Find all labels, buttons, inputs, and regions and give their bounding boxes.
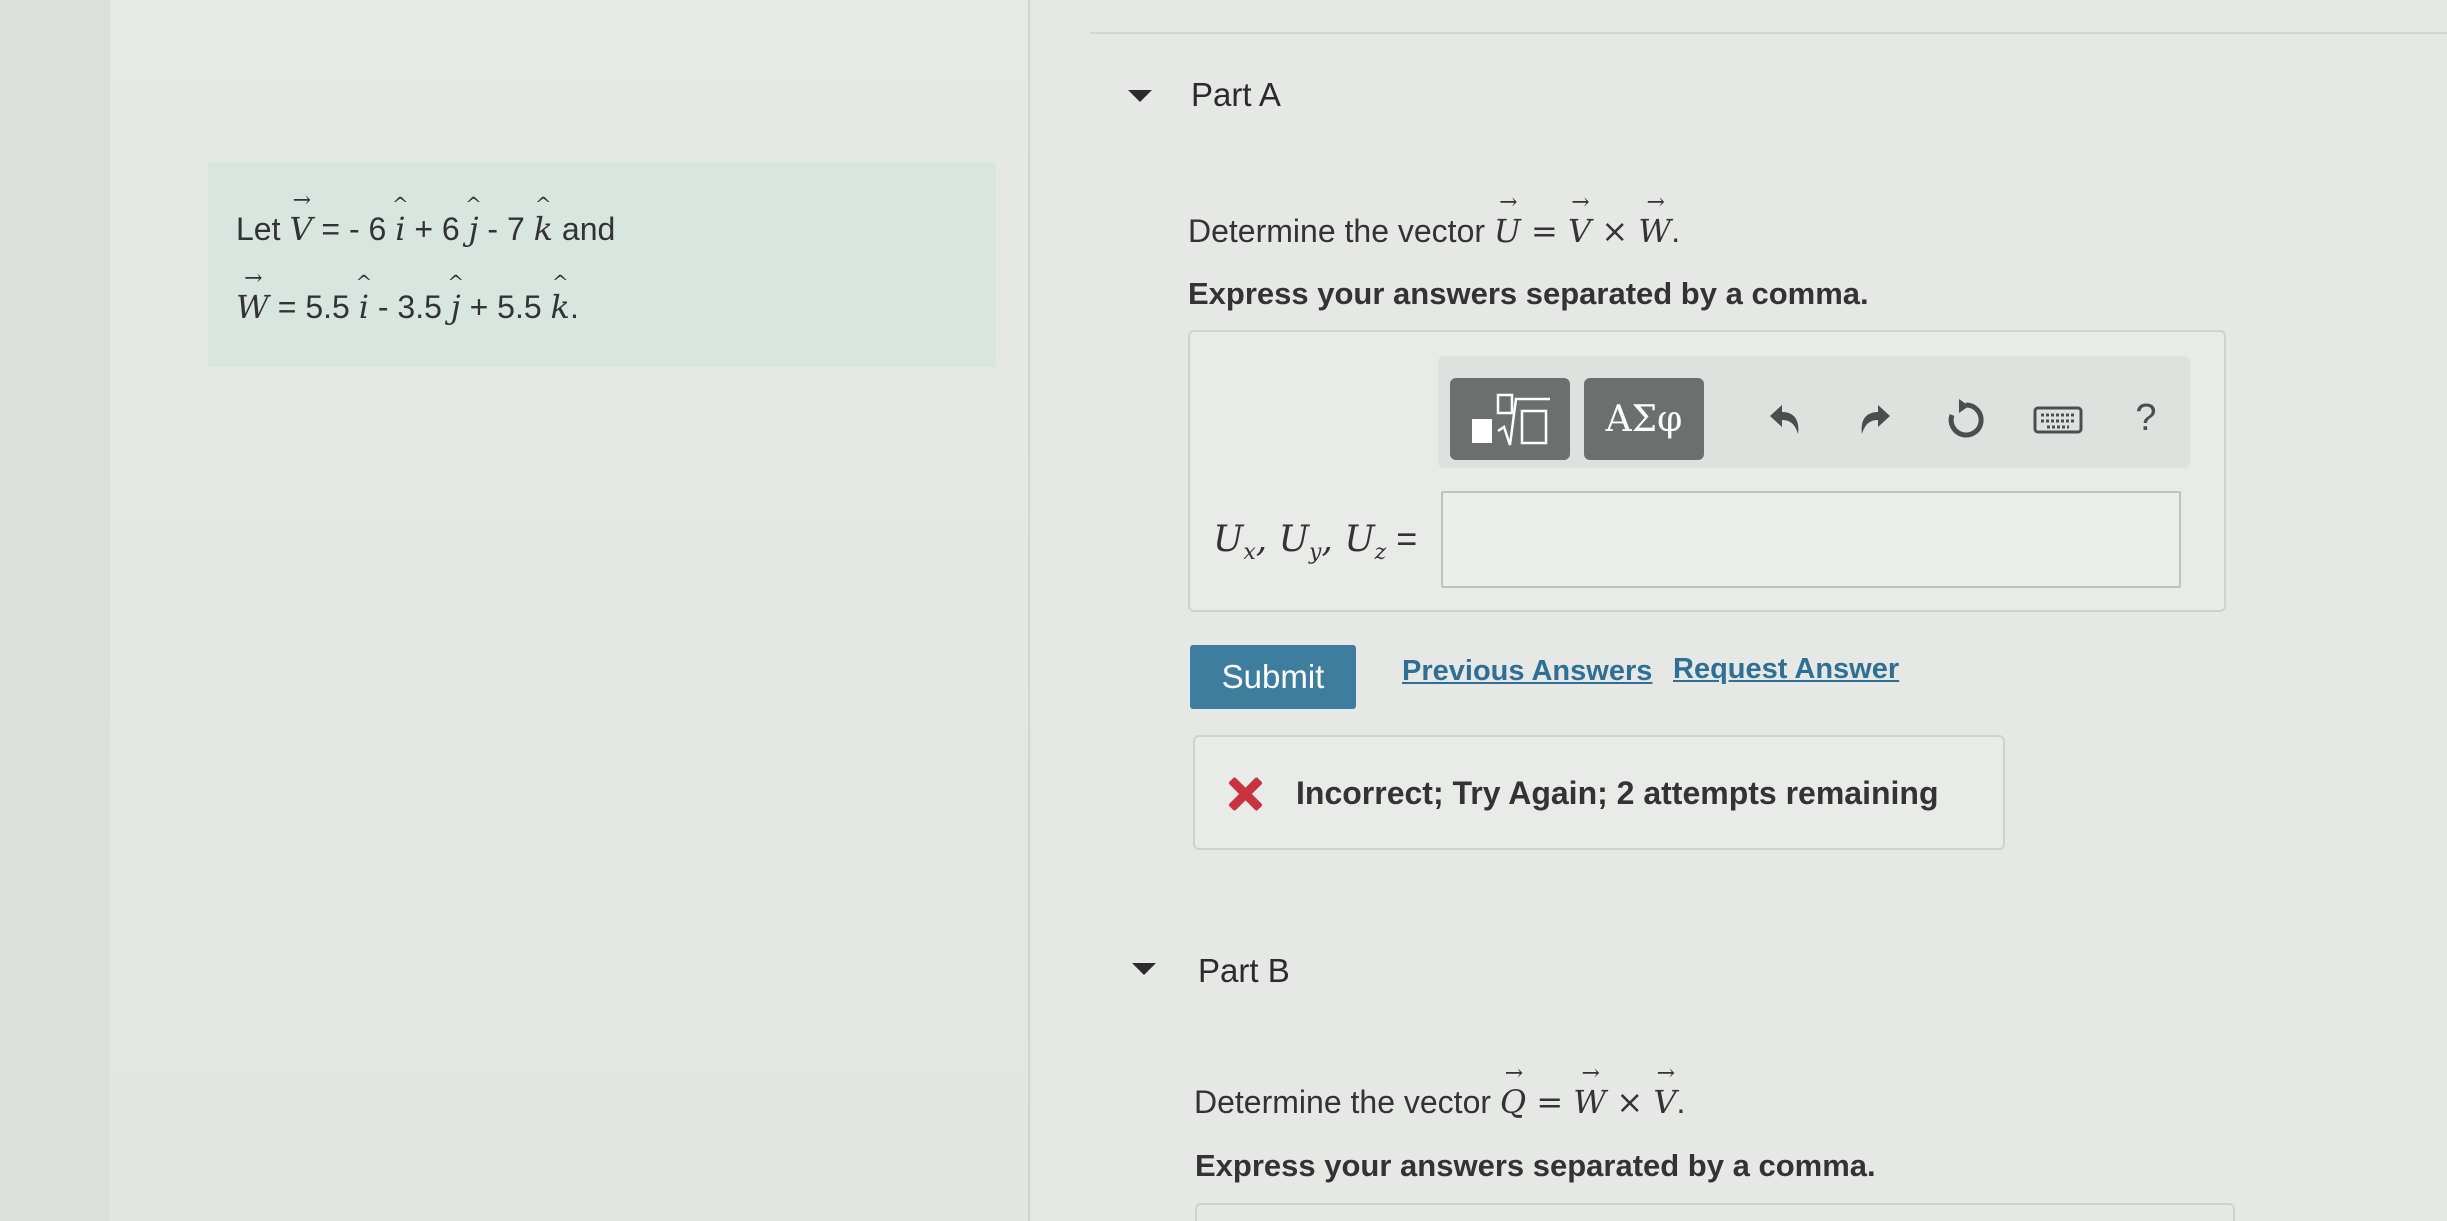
- feedback-box: Incorrect; Try Again; 2 attempts remaini…: [1193, 735, 2005, 850]
- problem-text: and: [553, 211, 616, 247]
- help-button[interactable]: ?: [2118, 390, 2174, 446]
- reset-icon[interactable]: [1938, 392, 1994, 448]
- problem-text: - 7: [478, 211, 534, 247]
- vector-v: V: [1568, 212, 1591, 250]
- prompt-times: ×: [1606, 1083, 1654, 1121]
- problem-text: + 5.5: [460, 289, 551, 325]
- vector-w: W: [1573, 1083, 1606, 1121]
- collapse-part-b-icon[interactable]: [1132, 963, 1156, 975]
- undo-icon[interactable]: [1756, 392, 1812, 448]
- label-sub: x: [1243, 540, 1256, 566]
- problem-text: + 6: [405, 211, 469, 247]
- label-text: =: [1386, 518, 1418, 559]
- unit-i: i: [395, 210, 405, 248]
- prompt-text: .: [1676, 1084, 1686, 1120]
- unit-k: k: [534, 210, 553, 248]
- prompt-equals: =: [1520, 212, 1569, 250]
- problem-statement: Let V = - 6 i + 6 j - 7 k and W = 5.5 i …: [208, 162, 996, 367]
- label-text: ,: [1255, 519, 1279, 560]
- label-text: U: [1278, 519, 1309, 560]
- part-a-instruction: Express your answers separated by a comm…: [1188, 276, 1869, 311]
- label-text: U: [1213, 519, 1244, 560]
- answer-label: Ux, Uy, Uz =: [1213, 518, 1417, 565]
- problem-text: Let: [236, 211, 290, 247]
- answer-input[interactable]: [1441, 491, 2181, 588]
- divider: [1090, 32, 2447, 34]
- feedback-message: Incorrect; Try Again; 2 attempts remaini…: [1296, 775, 1939, 811]
- vector-q: Q: [1500, 1083, 1526, 1121]
- previous-answers-link[interactable]: Previous Answers: [1402, 655, 1652, 688]
- problem-text: = 5.5: [268, 289, 359, 325]
- keyboard-icon[interactable]: [2030, 392, 2086, 448]
- request-answer-link[interactable]: Request Answer: [1673, 653, 1899, 686]
- collapse-part-a-icon[interactable]: [1128, 90, 1152, 102]
- label-text: ,: [1321, 519, 1345, 560]
- prompt-equals: =: [1526, 1083, 1574, 1121]
- vector-w: W: [236, 288, 269, 326]
- unit-k: k: [551, 288, 570, 326]
- left-margin: [0, 0, 110, 1221]
- part-b-prompt: Determine the vector Q = W × V.: [1194, 1083, 1685, 1121]
- problem-line-v: Let V = - 6 i + 6 j - 7 k and: [236, 210, 615, 248]
- label-sub: y: [1309, 540, 1322, 566]
- label-sub: z: [1374, 540, 1387, 566]
- prompt-text: .: [1671, 213, 1681, 249]
- problem-line-w: W = 5.5 i - 3.5 j + 5.5 k.: [236, 288, 579, 326]
- part-b-instruction: Express your answers separated by a comm…: [1195, 1148, 1876, 1183]
- symbols-button[interactable]: ΑΣφ: [1584, 378, 1704, 460]
- prompt-text: Determine the vector: [1194, 1084, 1500, 1120]
- prompt-text: Determine the vector: [1188, 213, 1494, 249]
- label-text: U: [1344, 519, 1375, 560]
- templates-icon: [1472, 393, 1550, 446]
- vector-w: W: [1638, 212, 1671, 250]
- error-x-icon: [1225, 774, 1265, 814]
- problem-text: = - 6: [312, 211, 396, 247]
- vector-v: V: [1653, 1083, 1676, 1121]
- unit-j: j: [451, 288, 461, 326]
- prompt-times: ×: [1591, 212, 1639, 250]
- redo-icon[interactable]: [1848, 392, 1904, 448]
- part-b-answer-panel: [1195, 1203, 2235, 1221]
- templates-button[interactable]: [1450, 378, 1570, 460]
- part-a-title[interactable]: Part A: [1191, 76, 1281, 114]
- unit-j: j: [469, 210, 479, 248]
- unit-i: i: [359, 288, 369, 326]
- vector-u: U: [1494, 212, 1521, 250]
- problem-text: - 3.5: [368, 289, 451, 325]
- math-toolbar: ΑΣφ ?: [1438, 356, 2190, 468]
- part-b-title[interactable]: Part B: [1198, 952, 1290, 990]
- submit-button[interactable]: Submit: [1190, 645, 1356, 709]
- problem-text: .: [569, 289, 579, 325]
- part-a-prompt: Determine the vector U = V × W.: [1188, 212, 1680, 250]
- vector-v: V: [289, 210, 312, 248]
